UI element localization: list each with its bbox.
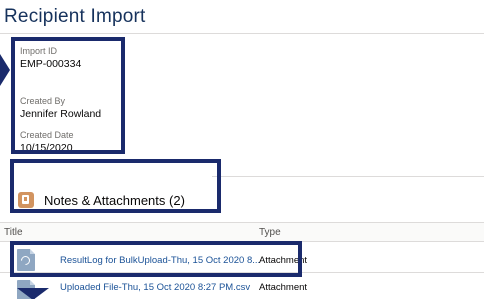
section-divider (212, 176, 484, 177)
page-title: Recipient Import (4, 6, 146, 27)
callout-arrow-left (0, 54, 10, 86)
column-header-title[interactable]: Title (4, 227, 23, 238)
attachment-type-cell: Attachment (259, 282, 308, 293)
highlight-notes-box (10, 159, 221, 213)
highlight-row-box (10, 241, 302, 277)
attachment-link-uploaded-file[interactable]: Uploaded File-Thu, 15 Oct 2020 8:27 PM.c… (60, 282, 250, 293)
table-header (0, 222, 484, 242)
highlight-fields-box (11, 37, 125, 154)
column-header-type[interactable]: Type (259, 227, 281, 238)
page-header: Recipient Import (0, 0, 484, 34)
callout-arrow-down (17, 288, 49, 299)
